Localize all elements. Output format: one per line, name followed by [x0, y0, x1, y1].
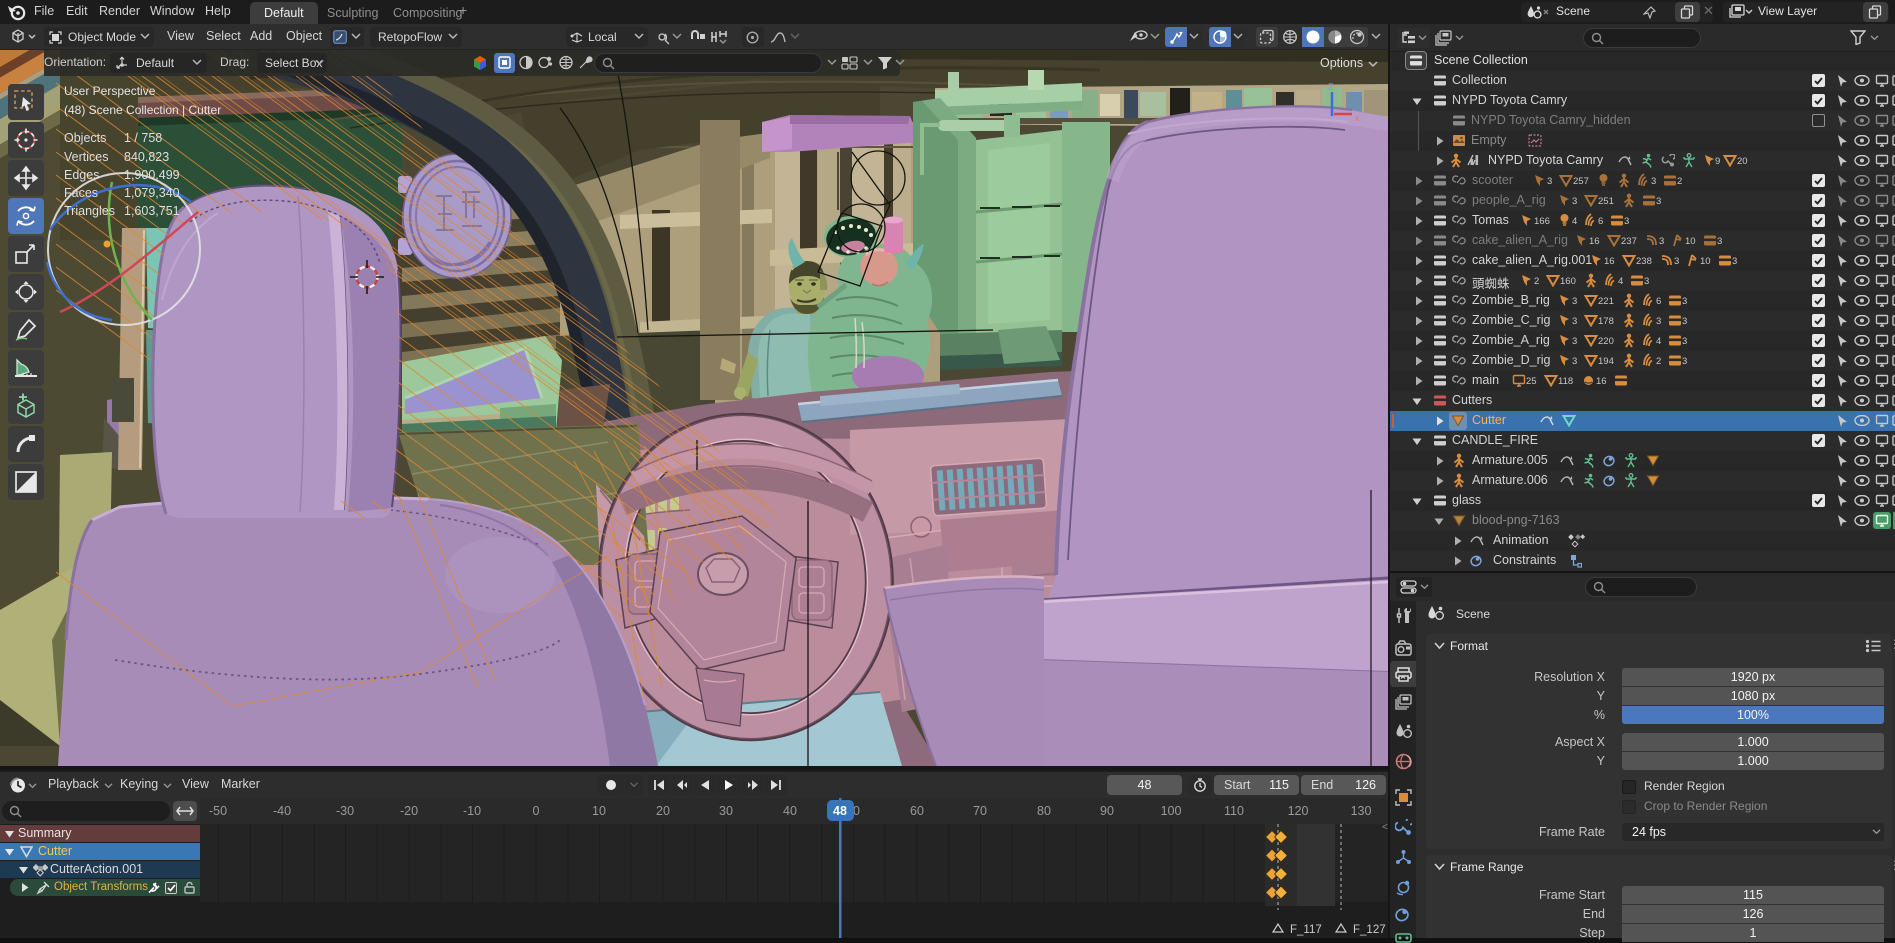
svg-text:100: 100 [1161, 804, 1182, 818]
svg-text:F_127: F_127 [1353, 924, 1386, 936]
svg-text:20: 20 [656, 804, 670, 818]
svg-text:x: x [1355, 113, 1360, 123]
svg-text:110: 110 [1224, 804, 1244, 818]
svg-text:10: 10 [592, 804, 606, 818]
svg-text:-20: -20 [400, 804, 418, 818]
svg-text:Z: Z [1328, 82, 1334, 92]
svg-text:30: 30 [719, 804, 733, 818]
svg-text:-10: -10 [463, 804, 481, 818]
svg-text:-50: -50 [209, 804, 227, 818]
svg-text:-30: -30 [336, 804, 354, 818]
svg-text:40: 40 [783, 804, 797, 818]
svg-text:0: 0 [533, 804, 540, 818]
svg-text:48: 48 [833, 804, 847, 818]
svg-text:F_117: F_117 [1290, 924, 1322, 936]
svg-text:80: 80 [1037, 804, 1051, 818]
svg-text:120: 120 [1288, 804, 1309, 818]
svg-text:70: 70 [973, 804, 987, 818]
svg-text:-40: -40 [273, 804, 291, 818]
svg-text:130: 130 [1351, 804, 1372, 818]
svg-text:60: 60 [910, 804, 924, 818]
svg-text:90: 90 [1100, 804, 1114, 818]
